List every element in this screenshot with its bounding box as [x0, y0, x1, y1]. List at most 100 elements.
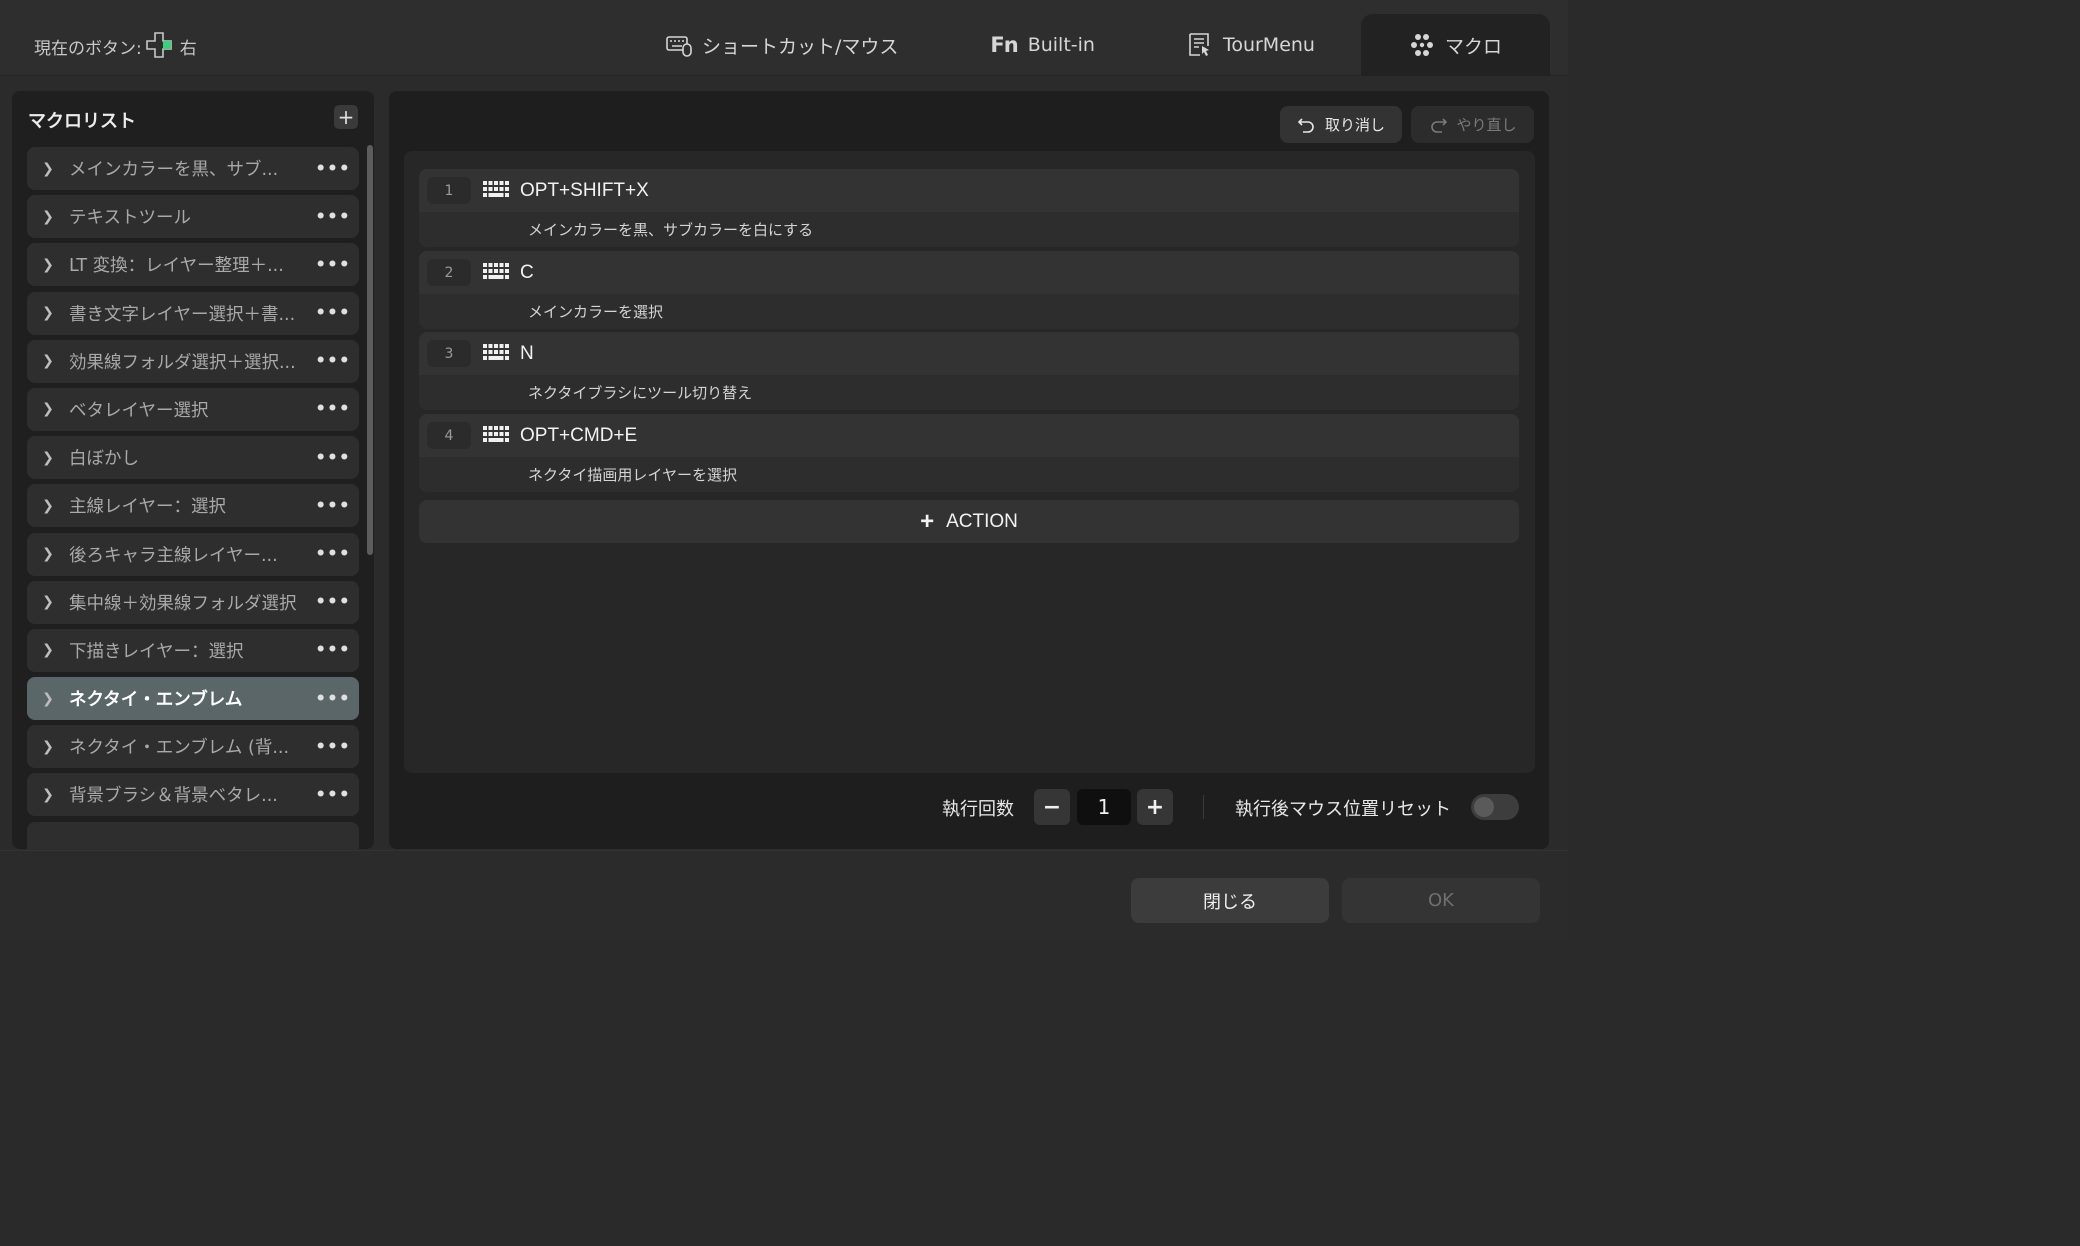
- macro-list-title: マクロリスト: [28, 111, 136, 132]
- macro-list-item[interactable]: ❯ 白ぼかし •••: [27, 436, 359, 480]
- macro-item-label: 書き文字レイヤー選択＋書...: [69, 304, 296, 325]
- more-options-icon[interactable]: •••: [307, 159, 359, 179]
- chevron-right-icon[interactable]: ❯: [27, 209, 57, 225]
- macro-list: ❯ メインカラーを黒、サブ... ••• ❯ テキストツール ••• ❯ LT 変換：レイ…: [27, 147, 359, 849]
- plus-icon: +: [920, 507, 935, 535]
- decrement-button[interactable]: −: [1034, 789, 1070, 825]
- tab-label: TourMenu: [1222, 34, 1315, 56]
- action-item[interactable]: 2 C メインカラーを選択: [419, 251, 1519, 329]
- current-button-indicator: 現在のボタン: 右: [34, 30, 197, 62]
- reset-mouse-toggle[interactable]: [1471, 794, 1519, 820]
- more-options-icon[interactable]: •••: [307, 448, 359, 468]
- macro-list-item[interactable]: ❯ ベタレイヤー選択 •••: [27, 387, 359, 431]
- tab-label: ショートカット/マウス: [701, 35, 899, 58]
- current-button-value: 右: [179, 38, 197, 59]
- more-options-icon[interactable]: •••: [307, 303, 359, 323]
- chevron-right-icon[interactable]: ❯: [27, 642, 57, 658]
- macro-list-item[interactable]: ❯ 主線レイヤー：選択 •••: [27, 484, 359, 528]
- chevron-right-icon[interactable]: ❯: [27, 787, 57, 803]
- macro-list-item-selected[interactable]: ❯ ネクタイ・エンブレム •••: [27, 677, 359, 721]
- more-options-icon[interactable]: •••: [307, 207, 359, 227]
- add-macro-button[interactable]: +: [334, 105, 358, 129]
- fn-icon: Fn: [990, 33, 1018, 57]
- chevron-right-icon[interactable]: ❯: [27, 353, 57, 369]
- chevron-right-icon[interactable]: ❯: [27, 739, 57, 755]
- action-item[interactable]: 1 OPT+SHIFT+X メインカラーを黒、サブカラーを白にする: [419, 169, 1519, 247]
- macro-item-label: 背景ブラシ＆背景ベタレ...: [69, 786, 278, 807]
- macro-item-label: 後ろキャラ主線レイヤー...: [69, 545, 278, 566]
- macro-list-item[interactable]: ❯ 効果線フォルダ選択＋選択... •••: [27, 339, 359, 383]
- macro-list-item[interactable]: ❯ メインカラーを黒、サブ... •••: [27, 147, 359, 190]
- macro-list-item[interactable]: ❯ 集中線＋効果線フォルダ選択 •••: [27, 580, 359, 624]
- close-button[interactable]: 閉じる: [1131, 878, 1329, 923]
- more-options-icon[interactable]: •••: [307, 689, 359, 709]
- action-key: N: [520, 342, 534, 364]
- add-action-button[interactable]: + ACTION: [419, 500, 1519, 543]
- action-header: 2 C: [419, 251, 1519, 294]
- exec-count-label: 執行回数: [942, 799, 1014, 820]
- chevron-right-icon[interactable]: ❯: [27, 257, 57, 273]
- actions-area: 1 OPT+SHIFT+X メインカラーを黒、サブカラーを白にする 2 C メイ…: [404, 151, 1535, 773]
- tab-label: マクロ: [1444, 35, 1502, 58]
- chevron-right-icon[interactable]: ❯: [27, 498, 57, 514]
- undo-button[interactable]: 取り消し: [1280, 106, 1402, 143]
- macro-list-item[interactable]: ❯ LT 変換：レイヤー整理＋... •••: [27, 243, 359, 287]
- macro-list-item[interactable]: ❯ ネクタイ・エンブレム (背... •••: [27, 725, 359, 769]
- tab-built-in[interactable]: Fn Built-in: [944, 14, 1141, 76]
- chevron-right-icon[interactable]: ❯: [27, 450, 57, 466]
- tab-label: Built-in: [1027, 34, 1095, 56]
- more-options-icon[interactable]: •••: [307, 496, 359, 516]
- more-options-icon[interactable]: •••: [307, 399, 359, 419]
- chevron-right-icon[interactable]: ❯: [27, 691, 57, 707]
- macro-editor-panel: 取り消し やり直し 1 OPT+SHIFT+X メインカラーを黒、サブカラーを白…: [389, 91, 1549, 849]
- action-item[interactable]: 3 N ネクタイブラシにツール切り替え: [419, 332, 1519, 410]
- action-description: ネクタイ描画用レイヤーを選択: [528, 466, 737, 484]
- exec-count-input[interactable]: 1: [1077, 789, 1131, 825]
- keyboard-mouse-icon: [666, 36, 692, 57]
- more-options-icon[interactable]: •••: [307, 640, 359, 660]
- action-key: OPT+SHIFT+X: [520, 179, 649, 201]
- macro-list-scrollbar[interactable]: [367, 145, 373, 555]
- chevron-right-icon[interactable]: ❯: [27, 401, 57, 417]
- more-options-icon[interactable]: •••: [307, 351, 359, 371]
- action-description: メインカラーを黒、サブカラーを白にする: [528, 221, 814, 239]
- macro-list-item-partial[interactable]: [27, 821, 359, 849]
- redo-button[interactable]: やり直し: [1411, 106, 1534, 143]
- chevron-right-icon[interactable]: ❯: [27, 305, 57, 321]
- chevron-right-icon[interactable]: ❯: [27, 161, 57, 177]
- more-options-icon[interactable]: •••: [307, 255, 359, 275]
- tab-bar: ショートカット/マウス Fn Built-in TourMenu マクロ: [620, 14, 1550, 76]
- keyboard-icon: [483, 262, 509, 279]
- macro-list-item[interactable]: ❯ 背景ブラシ＆背景ベタレ... •••: [27, 773, 359, 817]
- chevron-right-icon[interactable]: ❯: [27, 594, 57, 610]
- tab-macro[interactable]: マクロ: [1360, 14, 1550, 76]
- keyboard-icon: [483, 180, 509, 197]
- tab-tourmenu[interactable]: TourMenu: [1141, 14, 1361, 76]
- ok-button[interactable]: OK: [1342, 878, 1540, 923]
- macro-item-label: ネクタイ・エンブレム: [69, 690, 243, 711]
- undo-label: 取り消し: [1324, 116, 1385, 134]
- redo-label: やり直し: [1456, 116, 1517, 134]
- macro-item-label: テキストツール: [69, 208, 191, 229]
- macro-list-item[interactable]: ❯ 後ろキャラ主線レイヤー... •••: [27, 532, 359, 576]
- macro-icon: [1410, 34, 1433, 56]
- tourmenu-icon: [1189, 33, 1209, 56]
- macro-item-label: 集中線＋効果線フォルダ選択: [69, 593, 297, 614]
- action-header: 1 OPT+SHIFT+X: [419, 169, 1519, 212]
- keyboard-icon: [483, 425, 509, 442]
- current-button-label: 現在のボタン:: [34, 38, 142, 59]
- action-key: C: [520, 261, 534, 283]
- more-options-icon[interactable]: •••: [307, 592, 359, 612]
- increment-button[interactable]: +: [1137, 789, 1173, 825]
- macro-list-item[interactable]: ❯ 下描きレイヤー：選択 •••: [27, 628, 359, 672]
- action-key: OPT+CMD+E: [520, 424, 638, 446]
- more-options-icon[interactable]: •••: [307, 544, 359, 564]
- more-options-icon[interactable]: •••: [307, 785, 359, 805]
- chevron-right-icon[interactable]: ❯: [27, 546, 57, 562]
- macro-list-item[interactable]: ❯ 書き文字レイヤー選択＋書... •••: [27, 291, 359, 335]
- macro-list-item[interactable]: ❯ テキストツール •••: [27, 195, 359, 239]
- tab-shortcut-mouse[interactable]: ショートカット/マウス: [620, 14, 944, 76]
- more-options-icon[interactable]: •••: [307, 737, 359, 757]
- action-item[interactable]: 4 OPT+CMD+E ネクタイ描画用レイヤーを選択: [419, 414, 1519, 492]
- action-description: メインカラーを選択: [528, 303, 664, 321]
